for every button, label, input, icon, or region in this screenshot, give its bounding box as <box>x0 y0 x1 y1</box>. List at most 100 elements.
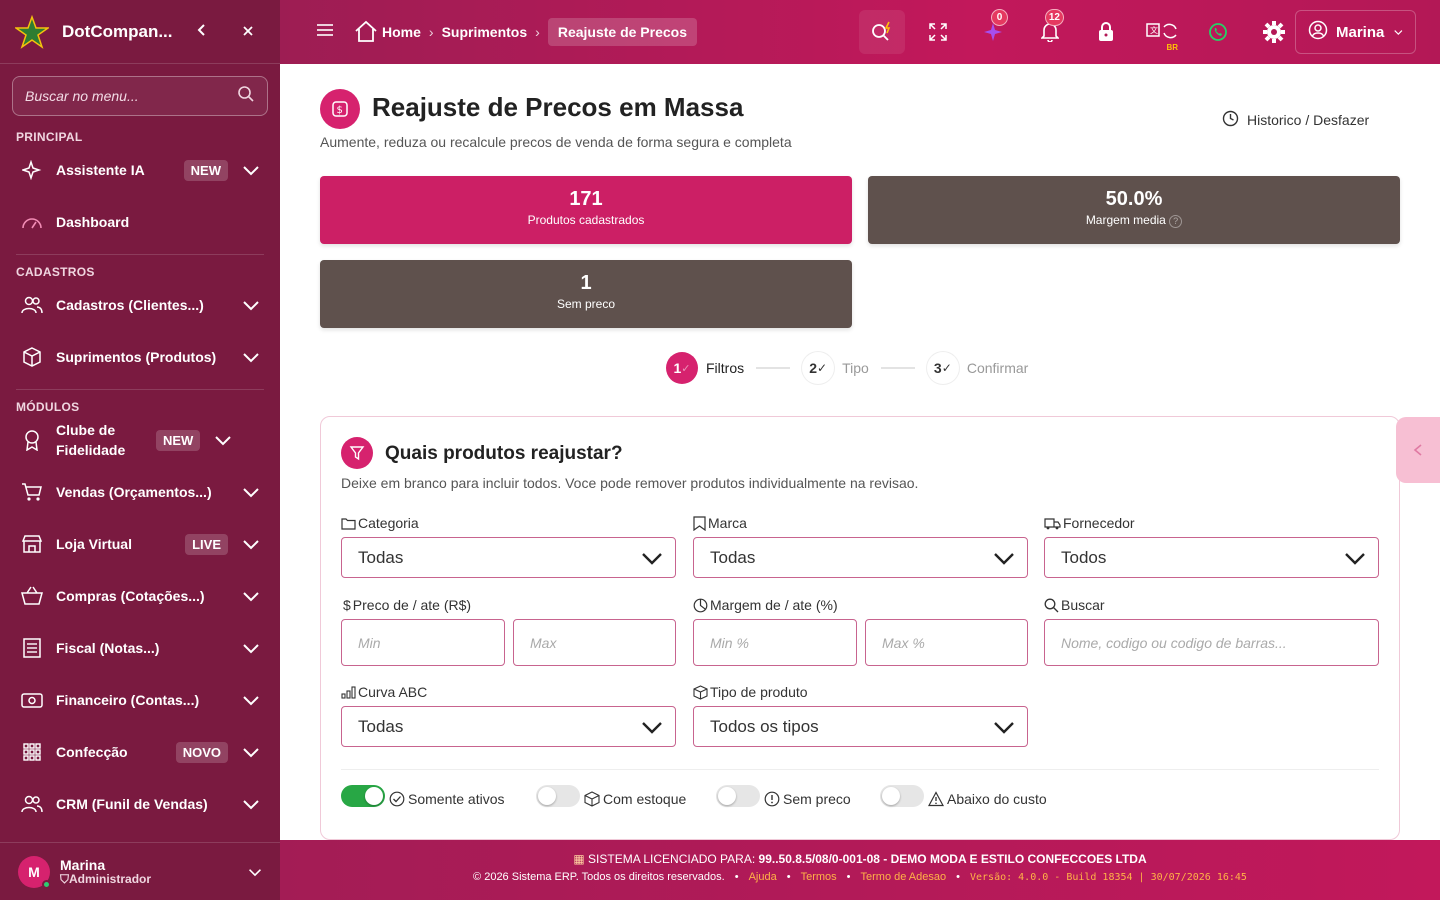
stat-value: 1 <box>580 272 592 294</box>
home-icon[interactable] <box>354 20 378 45</box>
buscar-input[interactable] <box>1061 634 1362 651</box>
sidebar-item-confeccao[interactable]: Confecção NOVO <box>0 726 280 778</box>
breadcrumb-suprimentos[interactable]: Suprimentos <box>442 24 528 40</box>
toggle-abaixo-do-custo[interactable]: Abaixo do custo <box>880 785 1047 807</box>
chevron-down-icon[interactable] <box>242 483 260 501</box>
preco-min-field[interactable] <box>341 619 505 666</box>
side-panel-toggle[interactable] <box>1396 417 1440 483</box>
notifications-button[interactable]: 12 <box>1022 0 1078 64</box>
margem-max-input[interactable] <box>882 634 1011 651</box>
sidebar-item-label: Loja Virtual <box>56 536 132 552</box>
fornecedor-select[interactable]: Todos <box>1044 537 1379 578</box>
link-termo-adesao[interactable]: Termo de Adesao <box>861 871 947 883</box>
close-icon[interactable] <box>236 21 260 42</box>
stat-margem-media: 50.0% Margem media ? <box>868 176 1400 244</box>
grid-icon <box>20 740 44 764</box>
chevron-down-icon[interactable] <box>242 691 260 709</box>
chevron-down-icon[interactable] <box>242 296 260 314</box>
sidebar-item-loja-virtual[interactable]: Loja Virtual LIVE <box>0 518 280 570</box>
chevron-down-icon[interactable] <box>214 431 232 449</box>
chevron-down-icon[interactable] <box>242 639 260 657</box>
sidebar-item-label: Clube de Fidelidade <box>56 422 126 458</box>
toggle-switch[interactable] <box>880 785 924 807</box>
toggle-switch[interactable] <box>341 785 385 807</box>
chevron-down-icon[interactable] <box>242 743 260 761</box>
preco-max-input[interactable] <box>530 634 659 651</box>
divider <box>16 389 264 390</box>
tipo-produto-select[interactable]: Todos os tipos <box>693 706 1028 747</box>
dollar-icon: $ <box>343 597 351 613</box>
step-2-indicator[interactable]: 2 ✓ <box>802 352 835 384</box>
step-connector <box>756 367 791 369</box>
translate-icon[interactable]: 文 BR <box>1134 0 1190 64</box>
help-icon[interactable]: ? <box>1169 215 1183 228</box>
page-title: Reajuste de Precos em Massa <box>372 92 744 122</box>
sidebar-item-clube-fidelidade[interactable]: Clube de Fidelidade NEW <box>0 414 280 466</box>
sidebar-item-fiscal[interactable]: Fiscal (Notas...) <box>0 622 280 674</box>
chevron-down-icon[interactable] <box>242 795 260 813</box>
step-1-indicator[interactable]: 1 ✓ <box>666 352 698 384</box>
chevron-down-icon[interactable] <box>248 865 262 879</box>
sidebar-item-cadastros[interactable]: Cadastros (Clientes...) <box>0 279 280 331</box>
settings-gear-icon[interactable] <box>1246 0 1302 64</box>
box-icon <box>693 684 708 700</box>
link-ajuda[interactable]: Ajuda <box>749 871 777 883</box>
link-termos[interactable]: Termos <box>801 871 837 883</box>
curva-abc-label: Curva ABC <box>341 684 427 700</box>
margem-label: Margem de / ate (%) <box>693 597 838 613</box>
step-3-label[interactable]: Confirmar <box>967 360 1028 376</box>
step-1-label[interactable]: Filtros <box>706 360 744 376</box>
sidebar-item-compras[interactable]: Compras (Cotações...) <box>0 570 280 622</box>
sidebar-item-assistente-ia[interactable]: Assistente IA NEW <box>0 144 280 196</box>
curva-abc-select[interactable]: Todas <box>341 706 676 747</box>
fullscreen-icon[interactable] <box>910 0 966 64</box>
toggle-com-estoque[interactable]: Com estoque <box>536 785 686 807</box>
collapse-sidebar-icon[interactable] <box>190 21 214 42</box>
breadcrumb-current: Reajuste de Precos <box>547 18 697 46</box>
whatsapp-icon[interactable] <box>1190 0 1246 64</box>
filters-title: Quais produtos reajustar? <box>385 443 623 464</box>
check-icon: ✓ <box>816 361 828 375</box>
chevron-down-icon[interactable] <box>242 587 260 605</box>
sidebar-item-dashboard[interactable]: Dashboard <box>0 196 280 248</box>
sidebar-item-label: Compras (Cotações...) <box>56 588 205 604</box>
ai-search-button[interactable] <box>859 10 905 54</box>
menu-search[interactable] <box>12 76 268 116</box>
breadcrumb-home[interactable]: Home <box>382 24 421 40</box>
toggle-sem-preco[interactable]: Sem preco <box>716 785 851 807</box>
breadcrumb: Home › Suprimentos › Reajuste de Precos <box>354 18 697 46</box>
sidebar-item-label: CRM (Funil de Vendas) <box>56 796 208 812</box>
sidebar-item-crm[interactable]: CRM (Funil de Vendas) <box>0 778 280 830</box>
live-badge: LIVE <box>185 533 228 555</box>
marca-select[interactable]: Todas <box>693 537 1028 578</box>
user-menu-button[interactable]: Marina <box>1295 10 1416 54</box>
divider <box>16 254 264 255</box>
preco-min-input[interactable] <box>358 634 488 651</box>
sidebar-item-label: Cadastros (Clientes...) <box>56 297 204 313</box>
toggle-switch[interactable] <box>536 785 580 807</box>
margem-max-field[interactable] <box>865 619 1028 666</box>
lock-icon[interactable] <box>1078 0 1134 64</box>
chevron-down-icon[interactable] <box>242 348 260 366</box>
buscar-field[interactable] <box>1044 619 1379 666</box>
menu-icon[interactable] <box>316 23 336 42</box>
stat-value: 171 <box>569 188 603 210</box>
margem-min-field[interactable] <box>693 619 857 666</box>
sidebar-item-financeiro[interactable]: Financeiro (Contas...) <box>0 674 280 726</box>
chevron-left-icon <box>1413 444 1422 456</box>
sidebar-user[interactable]: M Marina ⛉Administrador <box>0 842 280 900</box>
step-2-label[interactable]: Tipo <box>842 360 869 376</box>
margem-min-input[interactable] <box>710 634 840 651</box>
step-3-indicator[interactable]: 3 ✓ <box>926 352 959 384</box>
ai-sparkle-button[interactable]: 0 <box>966 0 1022 64</box>
chevron-down-icon[interactable] <box>242 535 260 553</box>
toggle-switch[interactable] <box>716 785 760 807</box>
categoria-select[interactable]: Todas <box>341 537 676 578</box>
preco-max-field[interactable] <box>513 619 676 666</box>
sidebar-item-suprimentos[interactable]: Suprimentos (Produtos) <box>0 331 280 383</box>
toggle-somente-ativos[interactable]: Somente ativos <box>341 785 505 807</box>
menu-search-input[interactable] <box>25 88 237 104</box>
history-undo-button[interactable]: Historico / Desfazer <box>1222 110 1369 130</box>
sidebar-item-vendas[interactable]: Vendas (Orçamentos...) <box>0 466 280 518</box>
chevron-down-icon[interactable] <box>242 161 260 179</box>
